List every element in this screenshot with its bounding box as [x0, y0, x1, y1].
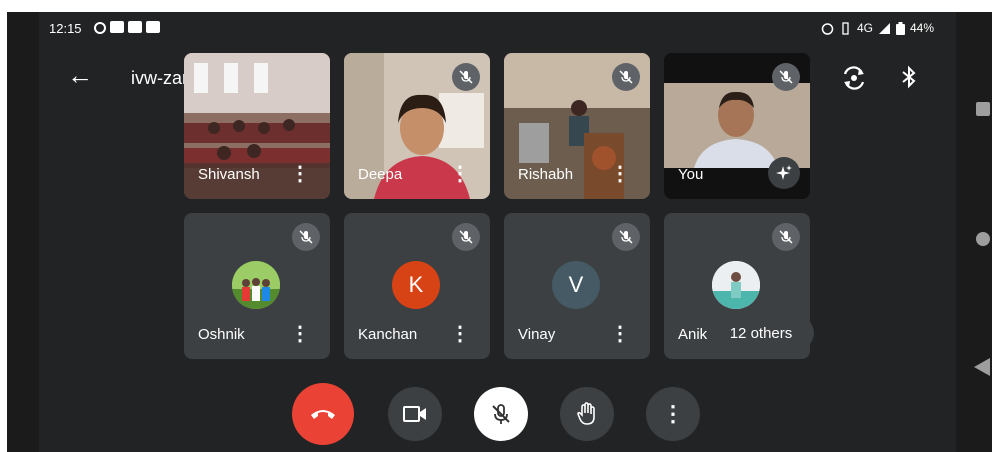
battery-level: 44% — [909, 21, 934, 35]
back-arrow-icon[interactable]: ← — [67, 62, 93, 88]
alarm-icon — [821, 22, 834, 35]
participant-tile[interactable]: V Vinay ⋮ — [504, 213, 650, 359]
raise-hand-button[interactable] — [560, 387, 614, 441]
network-type: 4G — [856, 21, 873, 35]
hand-icon — [577, 402, 595, 425]
mic-off-icon — [772, 223, 800, 251]
system-nav-bar — [956, 12, 992, 452]
participant-tile[interactable]: Shivansh ⋮ — [184, 53, 330, 199]
participant-name: Oshnik — [198, 326, 245, 343]
phone-frame: 12:15 4G 44% ← ivw-zarf-zrm ▸ — [7, 12, 992, 452]
participant-name: Rishabh — [518, 166, 574, 183]
signal-icon — [878, 22, 890, 34]
participant-name: Deepa — [358, 166, 403, 183]
avatar: V — [552, 261, 600, 309]
more-vert-icon: ⋮ — [662, 401, 684, 426]
sparkle-icon[interactable] — [768, 157, 800, 189]
meeting-top-bar: ← ivw-zarf-zrm ▸ — [39, 52, 956, 100]
avatar: K — [392, 261, 440, 309]
participant-name: Vinay — [518, 326, 556, 343]
status-right: 4G 44% — [821, 21, 934, 35]
mic-off-icon — [452, 63, 480, 91]
more-vert-icon[interactable]: ⋮ — [450, 321, 470, 346]
participant-name: Kanchan — [358, 326, 418, 343]
notification-icon — [146, 21, 160, 33]
more-vert-icon[interactable]: ⋮ — [610, 321, 630, 346]
participant-tile[interactable]: Oshnik ⋮ — [184, 213, 330, 359]
video-camera-icon — [403, 406, 426, 422]
participant-name: You — [678, 166, 704, 183]
participant-name: Anik — [678, 326, 708, 343]
participant-name: Shivansh — [198, 166, 260, 183]
mic-off-icon — [492, 404, 510, 424]
bluetooth-icon[interactable] — [901, 65, 917, 89]
flip-camera-icon[interactable] — [841, 66, 867, 90]
vibrate-icon — [842, 21, 849, 35]
recent-apps-button[interactable] — [976, 102, 990, 116]
mic-off-icon — [452, 223, 480, 251]
others-badge[interactable]: 12 others — [708, 316, 814, 350]
phone-hangup-icon — [311, 410, 335, 419]
home-button[interactable] — [976, 232, 990, 246]
more-vert-icon[interactable]: ⋮ — [610, 161, 630, 186]
notification-icon — [128, 21, 142, 33]
participant-tile[interactable]: Deepa ⋮ — [344, 53, 490, 199]
mic-off-icon — [292, 223, 320, 251]
avatar — [232, 261, 280, 309]
camera-button[interactable] — [388, 387, 442, 441]
notification-icon — [94, 22, 106, 34]
notification-icon — [110, 21, 124, 33]
status-time: 12:15 — [49, 21, 82, 36]
more-vert-icon[interactable]: ⋮ — [290, 161, 310, 186]
microphone-button[interactable] — [474, 387, 528, 441]
status-bar: 12:15 4G 44% — [39, 12, 956, 42]
battery-icon — [895, 21, 905, 35]
back-button[interactable] — [974, 358, 990, 376]
participant-tile-self[interactable]: You — [664, 53, 810, 199]
mic-off-icon — [612, 63, 640, 91]
avatar — [712, 261, 760, 309]
more-options-button[interactable]: ⋮ — [646, 387, 700, 441]
end-call-button[interactable] — [292, 383, 354, 445]
notification-icons — [94, 21, 160, 34]
participant-tile[interactable]: K Kanchan ⋮ — [344, 213, 490, 359]
more-vert-icon[interactable]: ⋮ — [450, 161, 470, 186]
participant-tile[interactable]: Rishabh ⋮ — [504, 53, 650, 199]
meet-screen: 12:15 4G 44% ← ivw-zarf-zrm ▸ — [39, 12, 956, 452]
more-vert-icon[interactable]: ⋮ — [290, 321, 310, 346]
mic-off-icon — [772, 63, 800, 91]
mic-off-icon — [612, 223, 640, 251]
